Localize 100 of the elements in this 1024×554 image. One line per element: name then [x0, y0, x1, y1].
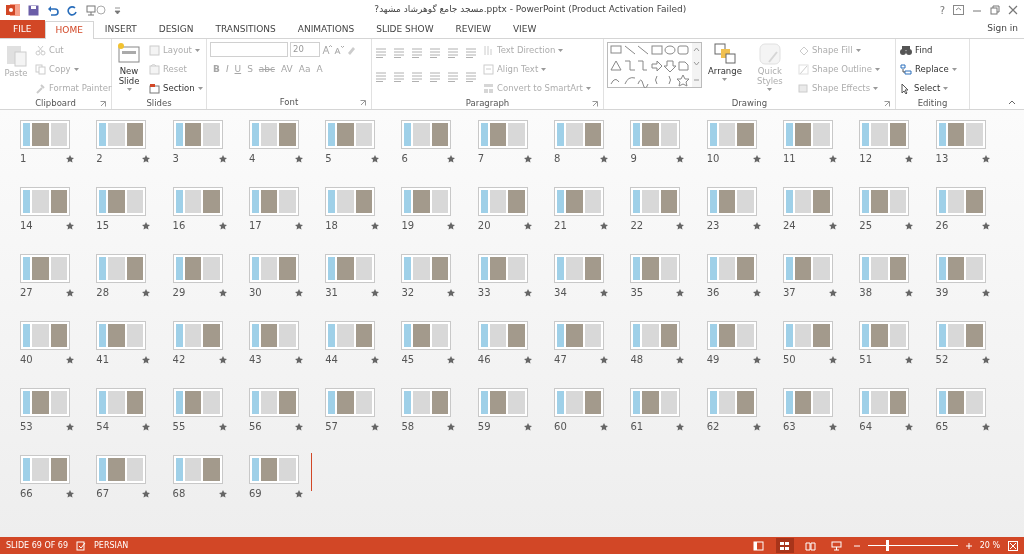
star-icon[interactable]: [218, 288, 227, 297]
star-icon[interactable]: [447, 288, 456, 297]
star-icon[interactable]: [828, 355, 837, 364]
slide-thumbnail[interactable]: [859, 321, 910, 350]
slide-thumbnail[interactable]: [248, 455, 299, 484]
file-tab[interactable]: FILE: [0, 20, 45, 38]
star-icon[interactable]: [218, 221, 227, 230]
slide-thumbnail[interactable]: [630, 187, 681, 216]
shapes-gallery[interactable]: [607, 42, 702, 88]
star-icon[interactable]: [981, 288, 990, 297]
slide-thumbnail[interactable]: [477, 187, 528, 216]
slide-thumbnail[interactable]: [96, 120, 147, 149]
star-icon[interactable]: [752, 221, 761, 230]
slide-thumbnail[interactable]: [96, 321, 147, 350]
slide-thumbnail[interactable]: [477, 120, 528, 149]
star-icon[interactable]: [752, 154, 761, 163]
star-icon[interactable]: [676, 422, 685, 431]
slide-thumbnail[interactable]: [96, 388, 147, 417]
star-icon[interactable]: [523, 422, 532, 431]
slide-thumbnail[interactable]: [935, 254, 986, 283]
star-icon[interactable]: [142, 288, 151, 297]
presenter-icon[interactable]: [86, 4, 106, 16]
slide-thumbnail[interactable]: [706, 388, 757, 417]
star-icon[interactable]: [600, 154, 609, 163]
star-icon[interactable]: [218, 422, 227, 431]
slide-thumbnail[interactable]: [20, 455, 70, 484]
slide-thumbnail[interactable]: [401, 120, 452, 149]
help-button[interactable]: ?: [939, 2, 945, 18]
slide-thumbnail[interactable]: [20, 388, 70, 417]
star-icon[interactable]: [905, 154, 914, 163]
slide-thumbnail[interactable]: [782, 187, 833, 216]
slide-thumbnail[interactable]: [630, 321, 681, 350]
slide-thumbnail[interactable]: [248, 120, 299, 149]
slide-thumbnail[interactable]: [554, 187, 605, 216]
slide-thumbnail[interactable]: [782, 120, 833, 149]
star-icon[interactable]: [523, 355, 532, 364]
star-icon[interactable]: [905, 355, 914, 364]
dialog-launcher-icon[interactable]: [884, 100, 890, 107]
ribbon-tab[interactable]: SLIDE SHOW: [365, 20, 445, 38]
slide-thumbnail[interactable]: [935, 321, 986, 350]
slide-thumbnail[interactable]: [20, 254, 70, 283]
collapse-ribbon-icon[interactable]: [1008, 100, 1016, 105]
star-icon[interactable]: [447, 221, 456, 230]
star-icon[interactable]: [142, 489, 151, 498]
slide-thumbnail[interactable]: [96, 187, 147, 216]
spelling-check-icon[interactable]: [76, 540, 86, 551]
star-icon[interactable]: [905, 288, 914, 297]
close-icon[interactable]: [1008, 5, 1018, 15]
ribbon-tab[interactable]: VIEW: [501, 20, 548, 38]
view-button[interactable]: [775, 538, 794, 553]
star-icon[interactable]: [828, 288, 837, 297]
slide-thumbnail[interactable]: [554, 120, 605, 149]
grow-font-icon[interactable]: [322, 44, 332, 55]
star-icon[interactable]: [752, 288, 761, 297]
star-icon[interactable]: [294, 288, 303, 297]
slide-thumbnail[interactable]: [630, 120, 681, 149]
slide-thumbnail[interactable]: [782, 321, 833, 350]
slide-thumbnail[interactable]: [859, 254, 910, 283]
star-icon[interactable]: [371, 422, 380, 431]
star-icon[interactable]: [218, 489, 227, 498]
ribbon-tab[interactable]: REVIEW: [444, 20, 502, 38]
slide-thumbnail[interactable]: [477, 321, 528, 350]
slide-thumbnail[interactable]: [96, 455, 147, 484]
slide-thumbnail[interactable]: [325, 187, 376, 216]
customize-toolbar-icon[interactable]: [114, 5, 121, 15]
slide-thumbnail[interactable]: [935, 120, 986, 149]
star-icon[interactable]: [218, 154, 227, 163]
star-icon[interactable]: [294, 489, 303, 498]
slide-thumbnail[interactable]: [325, 120, 376, 149]
star-icon[interactable]: [600, 221, 609, 230]
star-icon[interactable]: [523, 288, 532, 297]
star-icon[interactable]: [981, 154, 990, 163]
slide-thumbnail[interactable]: [554, 321, 605, 350]
ribbon-tab[interactable]: INSERT: [93, 20, 148, 38]
large-ribbon-button[interactable]: Arrange: [707, 42, 743, 81]
slide-thumbnail[interactable]: [935, 187, 986, 216]
slide-thumbnail[interactable]: [859, 120, 910, 149]
star-icon[interactable]: [142, 154, 151, 163]
ribbon-tab[interactable]: ANIMATIONS: [286, 20, 366, 38]
star-icon[interactable]: [676, 355, 685, 364]
star-icon[interactable]: [676, 288, 685, 297]
star-icon[interactable]: [66, 288, 74, 297]
slide-thumbnail[interactable]: [401, 388, 452, 417]
slide-thumbnail[interactable]: [172, 120, 223, 149]
star-icon[interactable]: [142, 422, 151, 431]
star-icon[interactable]: [752, 422, 761, 431]
star-icon[interactable]: [294, 355, 303, 364]
star-icon[interactable]: [828, 422, 837, 431]
dialog-launcher-icon[interactable]: [592, 100, 598, 107]
ribbon-tab[interactable]: TRANSITIONS: [204, 20, 287, 38]
star-icon[interactable]: [600, 288, 609, 297]
star-icon[interactable]: [218, 355, 227, 364]
slide-thumbnail[interactable]: [325, 254, 376, 283]
star-icon[interactable]: [142, 221, 151, 230]
slide-thumbnail[interactable]: [630, 254, 681, 283]
sign-in-link[interactable]: Sign in: [987, 22, 1024, 36]
star-icon[interactable]: [752, 355, 761, 364]
zoom-slider-thumb[interactable]: [885, 540, 889, 551]
large-ribbon-button[interactable]: New Slide: [115, 42, 143, 91]
slide-thumbnail[interactable]: [325, 321, 376, 350]
